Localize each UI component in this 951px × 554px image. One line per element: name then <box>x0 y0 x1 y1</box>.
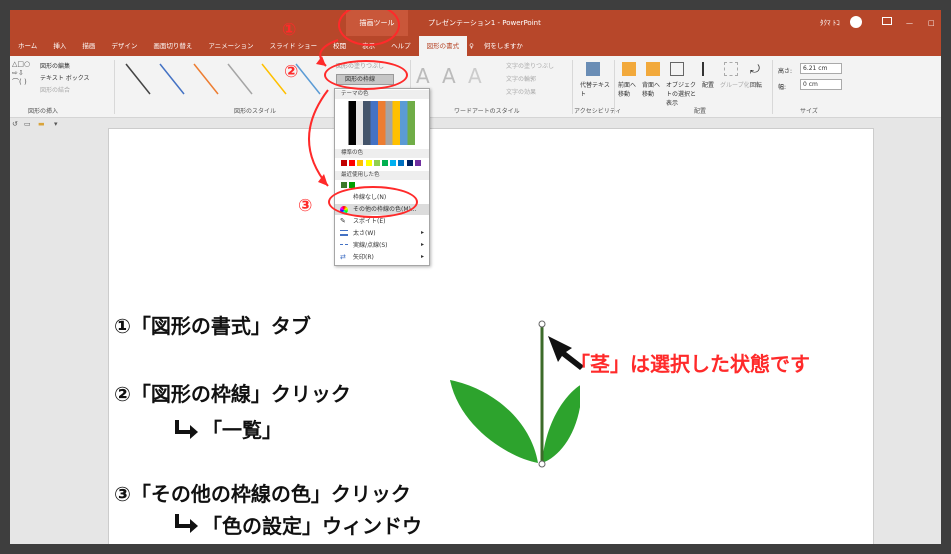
return-arrow-icon <box>174 420 198 440</box>
step1-text: ①「図形の書式」タブ <box>114 314 311 338</box>
step2-text: ②「図形の枠線」クリック <box>114 382 351 406</box>
stem-note: 「茎」は選択した状態です <box>570 352 810 376</box>
powerpoint-window: 描画ツール プレゼンテーション1 - PowerPoint ﾀｸﾏ ﾄｺ — □… <box>10 10 941 544</box>
return-arrow-icon <box>174 514 198 534</box>
step3-sub-text: 「色の設定」ウィンドウ <box>202 514 422 538</box>
arrowhead <box>316 56 326 66</box>
red-arrows <box>308 39 584 370</box>
step3-text: ③「その他の枠線の色」クリック <box>114 482 411 506</box>
step2-sub-text: 「一覧」 <box>202 418 282 442</box>
arrow-outline-to-menu <box>308 89 329 187</box>
